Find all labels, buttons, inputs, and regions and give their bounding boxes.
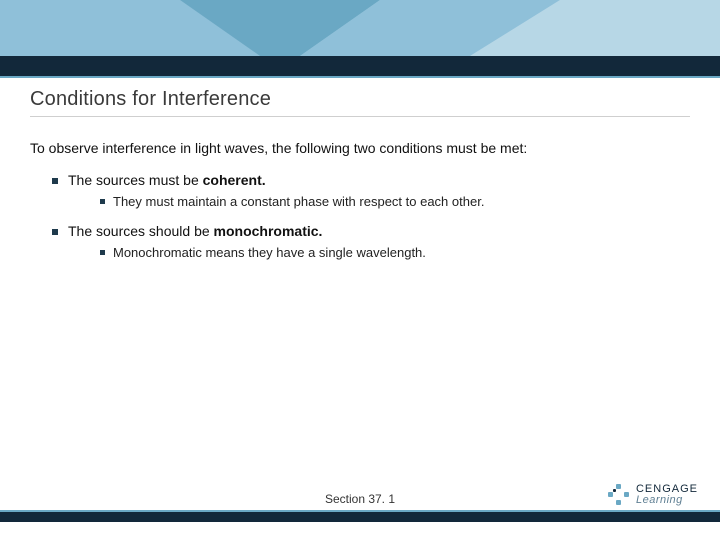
list-subitem-text: Monochromatic means they have a single w… [113,245,426,260]
cengage-logo: CENGAGE Learning [608,484,698,506]
bullet-list: The sources must be coherent. They must … [30,172,690,274]
footer-bar [0,512,720,522]
square-bullet-icon [100,250,105,255]
list-subitem: They must maintain a constant phase with… [100,194,690,209]
list-item-text: The sources must be coherent. [68,172,266,188]
title-underline [30,116,690,117]
header-geometric-bg [0,0,720,78]
square-bullet-icon [52,178,58,184]
intro-text: To observe interference in light waves, … [30,140,527,156]
list-item-text: The sources should be monochromatic. [68,223,322,239]
square-bullet-icon [52,229,58,235]
page-title: Conditions for Interference [30,88,271,111]
square-bullet-icon [100,199,105,204]
list-item: The sources should be monochromatic. Mon… [52,223,690,260]
logo-mark-icon [608,484,630,506]
list-item: The sources must be coherent. They must … [52,172,690,209]
logo-text: CENGAGE Learning [636,484,698,506]
header-band [0,0,720,78]
list-subitem-text: They must maintain a constant phase with… [113,194,484,209]
list-subitem: Monochromatic means they have a single w… [100,245,690,260]
